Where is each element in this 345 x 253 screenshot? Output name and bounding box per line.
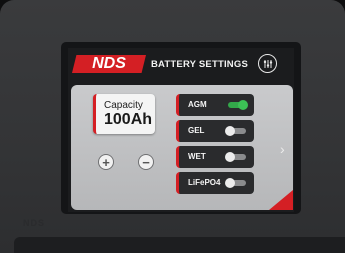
battery-type-wet[interactable]: WET	[176, 146, 254, 168]
device-bottom-edge	[14, 237, 345, 253]
decrease-capacity-button[interactable]: −	[138, 154, 154, 170]
settings-panel: Capacity 100Ah + − AGM GEL WET LiFePO4 ›	[71, 85, 293, 210]
capacity-value: 100Ah	[104, 111, 153, 128]
battery-type-lifepo4[interactable]: LiFePO4	[176, 172, 254, 194]
battery-type-gel[interactable]: GEL	[176, 120, 254, 142]
page-title: BATTERY SETTINGS	[151, 59, 248, 70]
corner-accent	[269, 190, 293, 210]
display-screen: NDS BATTERY SETTINGS Capacity 100Ah + − …	[68, 48, 294, 212]
device-housing: NDS NDS BATTERY SETTINGS Capacity 100Ah …	[0, 0, 345, 253]
toggle-switch[interactable]	[228, 100, 248, 110]
toggle-switch[interactable]	[225, 126, 246, 136]
battery-type-label: AGM	[188, 100, 207, 109]
toggle-switch[interactable]	[225, 178, 246, 188]
battery-type-label: LiFePO4	[188, 178, 221, 187]
brand-logo: NDS	[72, 55, 146, 73]
battery-type-label: WET	[188, 152, 206, 161]
sliders-glyph	[263, 59, 272, 68]
sliders-icon[interactable]	[258, 54, 277, 73]
toggle-switch[interactable]	[225, 152, 246, 162]
chevron-right-icon[interactable]: ›	[280, 141, 285, 157]
capacity-label: Capacity	[104, 100, 143, 111]
increase-capacity-button[interactable]: +	[98, 154, 114, 170]
capacity-card: Capacity 100Ah	[93, 94, 155, 134]
device-brand-mark: NDS	[23, 218, 46, 228]
battery-type-label: GEL	[188, 126, 205, 135]
battery-type-agm[interactable]: AGM	[176, 94, 254, 116]
